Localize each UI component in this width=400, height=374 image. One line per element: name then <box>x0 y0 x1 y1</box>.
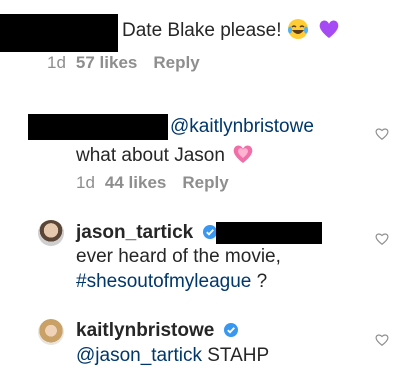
heart-outline-icon[interactable] <box>375 232 389 246</box>
comment-3-suffix: ? <box>251 271 268 292</box>
laughing-crying-emoji-icon <box>287 18 309 47</box>
verified-badge-icon <box>223 320 238 344</box>
growing-heart-emoji-icon <box>232 143 254 172</box>
comment-1-age: 1d <box>47 53 66 72</box>
comment-1-reply-button[interactable]: Reply <box>153 52 199 74</box>
comment-4-text: @jason_tartick STAHP <box>76 344 269 368</box>
avatar[interactable] <box>38 220 64 246</box>
avatar[interactable] <box>38 319 64 345</box>
purple-heart-emoji-icon <box>318 18 340 47</box>
comment-2-reply-button[interactable]: Reply <box>182 172 228 194</box>
comment-4-mention[interactable]: @jason_tartick <box>76 345 202 366</box>
comment-1-text: Date Blake please! <box>122 18 340 47</box>
heart-outline-icon[interactable] <box>375 127 389 141</box>
comment-1-body: Date Blake please! <box>122 20 282 41</box>
comment-2-meta: 1d 44 likes Reply <box>76 172 229 194</box>
verified-badge-icon <box>202 222 217 246</box>
comment-2-mention[interactable]: @kaitlynbristowe <box>170 116 314 137</box>
comment-4-body: STAHP <box>201 345 270 366</box>
comment-3-line1: ever heard of the movie, <box>76 246 281 267</box>
comment-1-likes[interactable]: 57 likes <box>76 52 137 74</box>
comment-2-likes[interactable]: 44 likes <box>105 172 166 194</box>
heart-outline-icon[interactable] <box>375 333 389 347</box>
redacted-username <box>0 14 118 52</box>
comment-4-header: kaitlynbristowe <box>76 319 238 344</box>
redacted-username <box>28 114 168 140</box>
comment-3-hashtag[interactable]: #shesoutofmyleague <box>76 271 251 292</box>
comment-3-header: jason_tartick <box>76 221 217 246</box>
comment-2-body: what about Jason <box>76 145 225 166</box>
comment-2-text: what about Jason <box>76 143 254 172</box>
redacted-text <box>216 222 322 244</box>
comment-2-age: 1d <box>76 173 95 192</box>
comment-2-mention-line: @kaitlynbristowe <box>170 115 314 139</box>
comment-1-meta: 1d 57 likes Reply <box>47 52 200 74</box>
comment-4-username[interactable]: kaitlynbristowe <box>76 320 214 341</box>
comment-3-username[interactable]: jason_tartick <box>76 222 193 243</box>
comment-3-line2: #shesoutofmyleague ? <box>76 270 267 294</box>
